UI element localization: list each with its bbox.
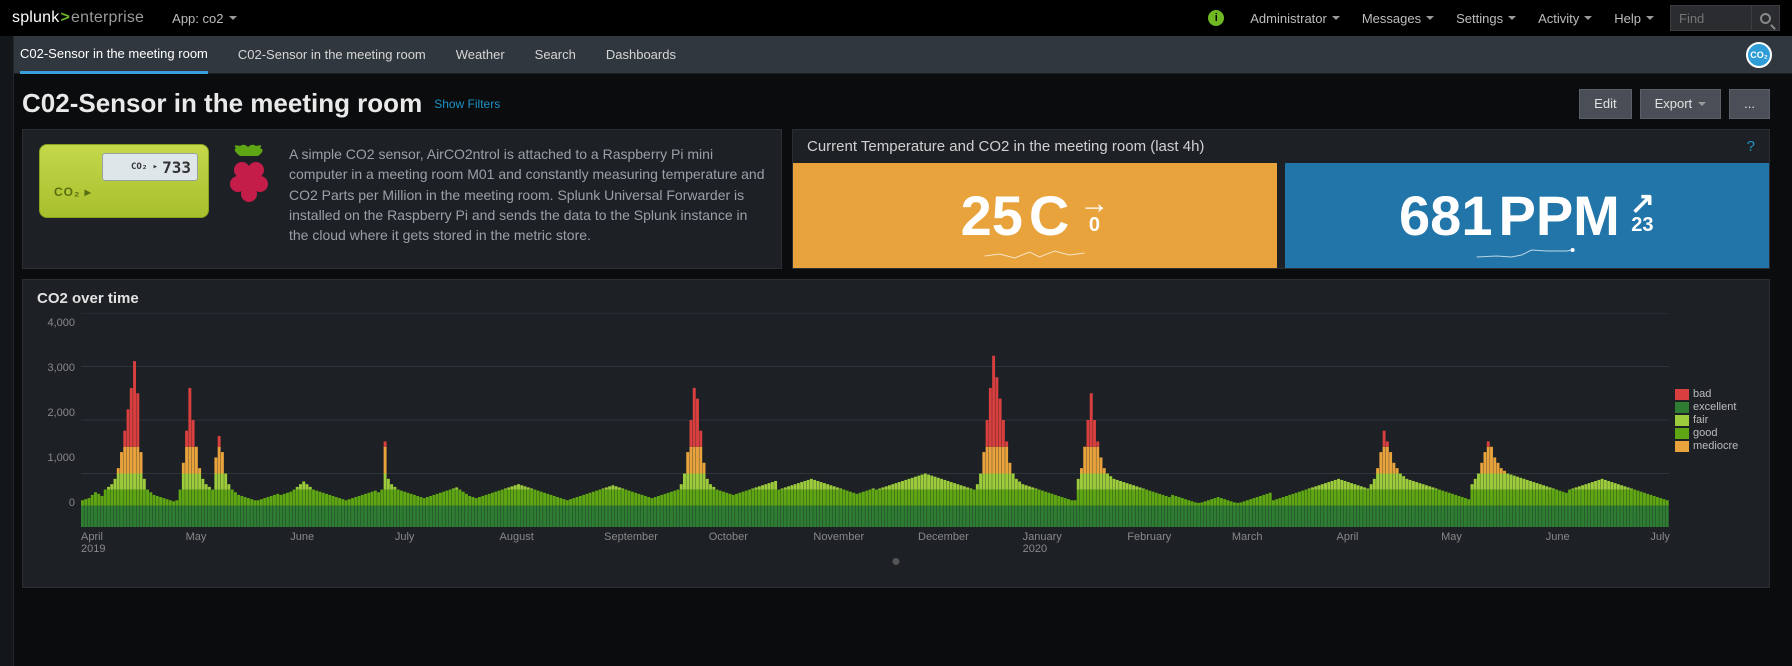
legend-fair: fair — [1675, 414, 1755, 426]
brand-post: enterprise — [71, 9, 144, 26]
export-label: Export — [1655, 96, 1693, 111]
tab-search[interactable]: Search — [535, 36, 576, 74]
kpi-co2-delta: 23 — [1631, 214, 1653, 237]
raspberry-pi-icon — [223, 144, 275, 211]
left-rail — [0, 36, 14, 666]
sensor-co2-label: CO₂ ▸ — [54, 185, 92, 199]
tab-co2-meeting-room-1[interactable]: C02-Sensor in the meeting room — [20, 36, 208, 74]
chevron-down-icon — [1584, 16, 1592, 20]
edit-button[interactable]: Edit — [1579, 89, 1631, 119]
more-button[interactable]: ... — [1729, 89, 1770, 119]
brand-logo[interactable]: splunk>enterprise — [12, 9, 144, 27]
kpi-temp-sparkline — [841, 242, 1228, 262]
kpi-temp-value: 25 — [961, 183, 1023, 248]
menu-label: Activity — [1538, 11, 1579, 26]
description-panel: CO₂ ▸ 733 CO₂ ▸ A simple CO2 sensor, AirC… — [22, 129, 782, 269]
kpi-heading: Current Temperature and CO2 in the meeti… — [807, 138, 1204, 155]
title-row: C02-Sensor in the meeting room Show Filt… — [0, 74, 1792, 129]
app-selector-label: App: co2 — [172, 11, 223, 26]
menu-messages[interactable]: Messages — [1362, 11, 1434, 26]
global-search-input[interactable] — [1671, 6, 1751, 30]
help-icon[interactable]: ? — [1747, 138, 1755, 155]
legend-mediocre: mediocre — [1675, 440, 1755, 452]
brand-caret: > — [60, 9, 70, 26]
chart-scroll-indicator: ● — [37, 553, 1755, 571]
kpi-temp-unit: C — [1029, 183, 1069, 248]
chevron-down-icon — [229, 16, 237, 20]
lcd-value: 733 — [162, 158, 191, 177]
global-topbar: splunk>enterprise App: co2 i Administrat… — [0, 0, 1792, 36]
kpi-panel: Current Temperature and CO2 in the meeti… — [792, 129, 1770, 269]
chart-plot-area[interactable] — [81, 313, 1669, 527]
kpi-temperature[interactable]: 25 C →0 — [793, 163, 1277, 268]
menu-label: Settings — [1456, 11, 1503, 26]
global-search-button[interactable] — [1751, 6, 1779, 30]
chevron-down-icon — [1426, 16, 1434, 20]
global-menu: i Administrator Messages Settings Activi… — [1208, 10, 1654, 26]
app-nav: C02-Sensor in the meeting room C02-Senso… — [0, 36, 1792, 74]
app-selector[interactable]: App: co2 — [172, 11, 237, 26]
legend-label: good — [1693, 427, 1717, 439]
info-icon[interactable]: i — [1208, 10, 1224, 26]
chevron-down-icon — [1508, 16, 1516, 20]
app-icon-co2[interactable]: CO₂ — [1746, 42, 1772, 68]
chart-y-axis: 4,0003,0002,0001,0000 — [37, 313, 81, 527]
chart-title: CO2 over time — [37, 290, 1755, 307]
menu-settings[interactable]: Settings — [1456, 11, 1516, 26]
menu-administrator[interactable]: Administrator — [1250, 11, 1340, 26]
sensor-lcd: CO₂ ▸ 733 — [102, 153, 198, 181]
brand-pre: splunk — [12, 9, 59, 26]
legend-good: good — [1675, 427, 1755, 439]
lcd-prefix: CO₂ ▸ — [131, 162, 158, 172]
legend-bad: bad — [1675, 388, 1755, 400]
kpi-co2-value: 681 — [1399, 183, 1492, 248]
kpi-co2-sparkline — [1333, 242, 1720, 262]
menu-label: Messages — [1362, 11, 1421, 26]
description-text: A simple CO2 sensor, AirCO2ntrol is atta… — [289, 144, 765, 245]
chevron-down-icon — [1646, 16, 1654, 20]
export-button[interactable]: Export — [1640, 89, 1722, 119]
menu-label: Help — [1614, 11, 1641, 26]
show-filters-link[interactable]: Show Filters — [434, 97, 500, 111]
chart-panel: CO2 over time 4,0003,0002,0001,0000 bad … — [22, 279, 1770, 588]
tab-co2-meeting-room-2[interactable]: C02-Sensor in the meeting room — [238, 36, 426, 74]
chevron-down-icon — [1698, 102, 1706, 106]
kpi-co2[interactable]: 681 PPM ↗23 — [1285, 163, 1769, 268]
arrow-up-right-icon: ↗ — [1630, 194, 1655, 214]
chevron-down-icon — [1332, 16, 1340, 20]
page-title: C02-Sensor in the meeting room — [22, 88, 422, 119]
tab-dashboards[interactable]: Dashboards — [606, 36, 676, 74]
menu-help[interactable]: Help — [1614, 11, 1654, 26]
search-icon — [1760, 13, 1771, 24]
arrow-right-icon: → — [1079, 194, 1109, 214]
legend-label: excellent — [1693, 401, 1736, 413]
legend-excellent: excellent — [1675, 401, 1755, 413]
sensor-device-image: CO₂ ▸ 733 CO₂ ▸ — [39, 144, 209, 218]
kpi-co2-unit: PPM — [1498, 183, 1619, 248]
chart-legend: bad excellent fair good mediocre — [1669, 313, 1755, 527]
menu-label: Administrator — [1250, 11, 1327, 26]
tab-weather[interactable]: Weather — [456, 36, 505, 74]
legend-label: bad — [1693, 388, 1711, 400]
global-search — [1670, 5, 1780, 31]
kpi-temp-delta: 0 — [1089, 214, 1100, 237]
menu-activity[interactable]: Activity — [1538, 11, 1592, 26]
chart-x-axis: April 2019MayJuneJulyAugustSeptemberOcto… — [37, 531, 1755, 555]
legend-label: mediocre — [1693, 440, 1738, 452]
legend-label: fair — [1693, 414, 1708, 426]
